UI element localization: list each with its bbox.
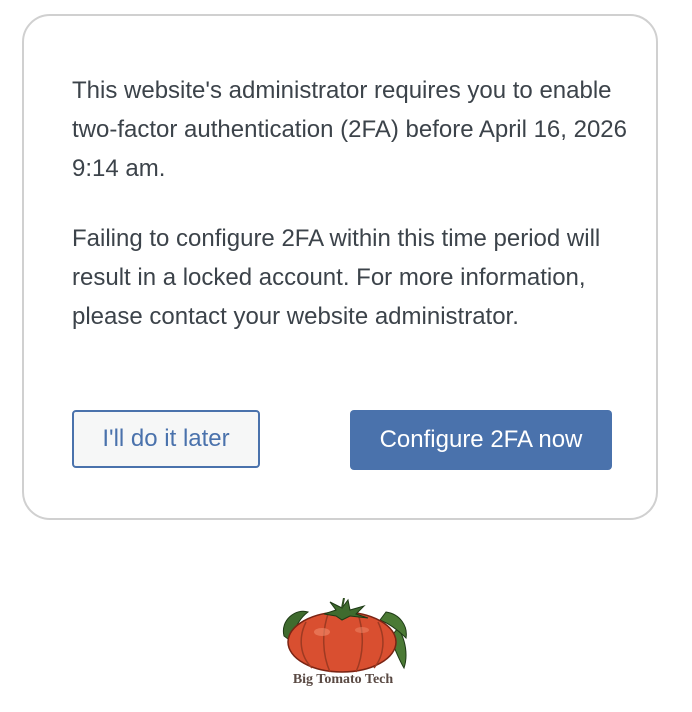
brand-name: Big Tomato Tech	[292, 672, 394, 687]
configure-2fa-button[interactable]: Configure 2FA now	[350, 410, 612, 470]
do-it-later-button[interactable]: I'll do it later	[72, 410, 260, 468]
notice-warning-text: Failing to configure 2FA within this tim…	[72, 225, 601, 330]
tomato-icon	[282, 598, 407, 673]
brand-logo: Big Tomato Tech	[278, 598, 412, 692]
two-factor-notice-card: This website's administrator requires yo…	[22, 14, 658, 520]
notice-deadline-text: This website's administrator requires yo…	[72, 77, 627, 182]
